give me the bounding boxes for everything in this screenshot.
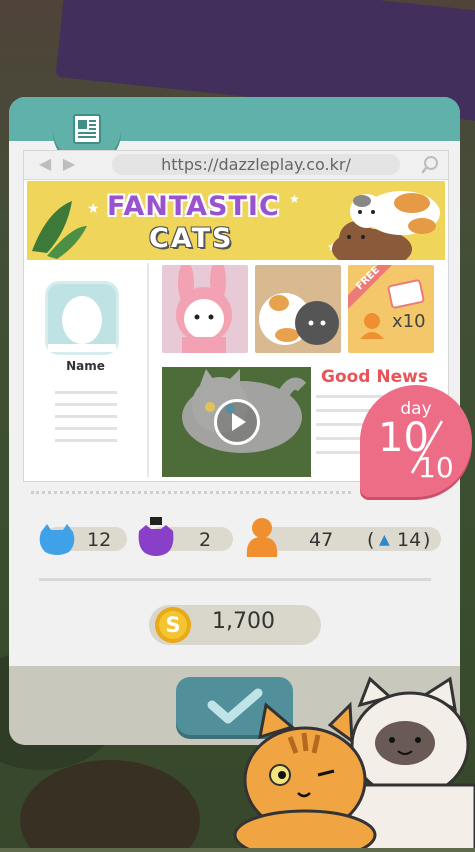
divider-line [39,578,431,581]
news-headline: Good News [321,367,428,387]
avatar [45,281,119,355]
svg-text:★: ★ [289,192,300,206]
stat-cats-value: 12 [87,529,112,551]
profile-name: Name [66,359,105,373]
blue-cat-icon [37,524,77,560]
url-bar: https://dazzleplay.co.kr/ [112,154,400,175]
text-placeholder-line [55,391,117,394]
orange-visitor-icon [243,517,281,563]
banner-title-line2: CATS [149,223,234,254]
reward-count: x10 [392,311,426,332]
two-cats-image [259,293,339,345]
mascot-cats [200,675,475,852]
purple-pouch-icon [137,517,175,561]
gold-coin-icon: S [155,607,191,643]
day-counter-badge: day 10 10 [360,385,472,497]
stat-purple-value: 2 [199,529,212,551]
play-icon[interactable] [214,399,260,445]
coins-amount: 1,700 [212,609,275,634]
up-triangle-icon: ▲ [379,532,390,548]
text-placeholder-line [55,427,117,430]
bunny-cat-image [176,265,232,353]
banner-title-line1: FANTASTIC [107,191,280,222]
text-placeholder-line [55,415,117,418]
arrow-right-icon[interactable]: ▶ [60,155,78,173]
text-placeholder-line [55,403,117,406]
thumbnail-bunny-cat[interactable] [162,265,248,353]
thumbnail-free-reward[interactable]: FREE x10 [348,265,434,353]
column-divider [147,263,149,477]
stat-visitors-value: 47 [309,529,334,551]
video-thumbnail[interactable] [162,367,311,477]
profile-column: Name [27,263,144,477]
stat-delta-open-paren: ( [367,529,375,551]
arrow-left-icon[interactable]: ◀ [36,155,54,173]
svg-text:★: ★ [87,201,100,217]
fantastic-cats-banner[interactable]: ★ ★ ★ FANTASTIC CATS [27,181,445,260]
day-total: 10 [418,451,454,484]
stat-delta-close-paren: ) [423,529,431,551]
text-placeholder-line [55,439,117,442]
avatar-silhouette-icon [48,296,116,352]
magnifier-icon[interactable] [421,155,442,175]
browser-toolbar: ◀ ▶ https://dazzleplay.co.kr/ [24,151,448,180]
thumbnail-two-cats[interactable] [255,265,341,353]
dotted-divider [31,491,351,494]
stat-visitors-delta: 14 [397,529,422,551]
